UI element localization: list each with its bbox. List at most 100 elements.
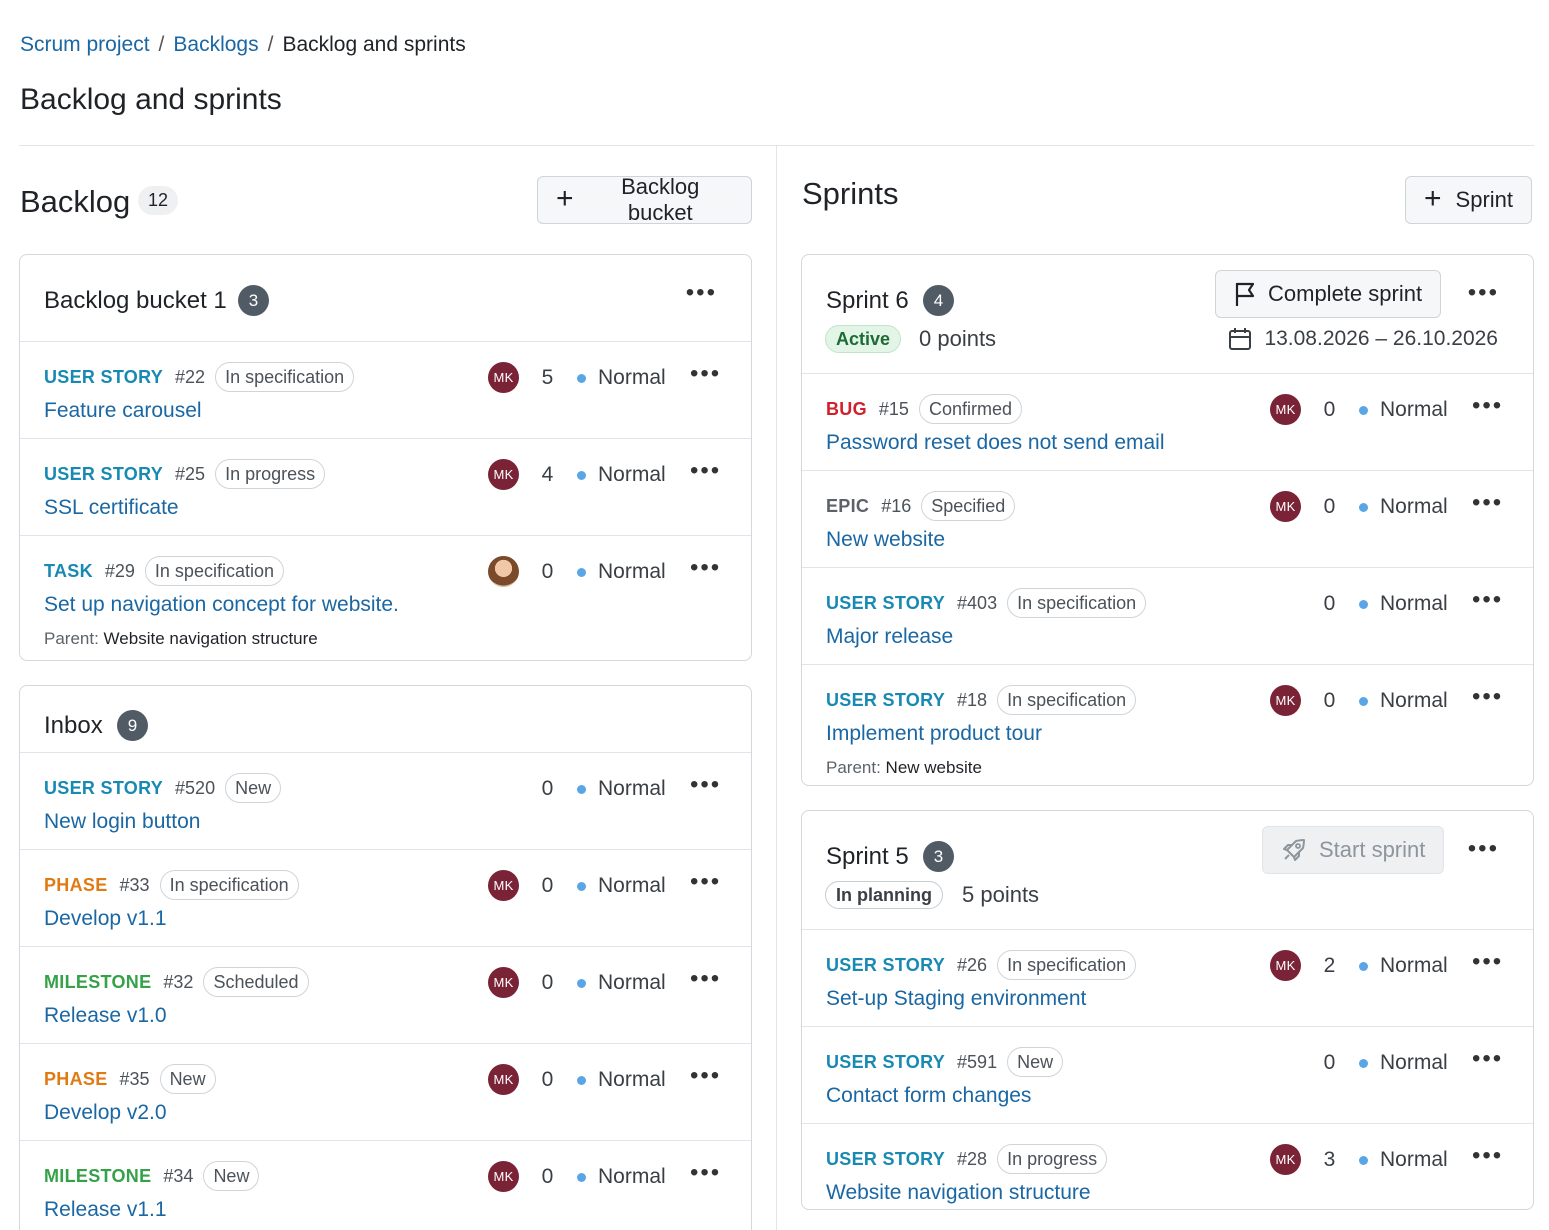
wp-type: USER STORY bbox=[44, 777, 164, 798]
more-horizontal-icon[interactable]: ••• bbox=[1468, 833, 1499, 865]
avatar[interactable]: MK bbox=[1270, 394, 1301, 425]
more-horizontal-icon[interactable]: ••• bbox=[1468, 277, 1499, 309]
work-package-row[interactable]: USER STORY #18 In specification Implemen… bbox=[802, 664, 1533, 785]
parent-link[interactable]: Website navigation structure bbox=[104, 629, 318, 648]
work-package-row[interactable]: USER STORY #28 In progress Website navig… bbox=[802, 1123, 1533, 1209]
wp-status-badge[interactable]: In specification bbox=[144, 556, 284, 586]
more-horizontal-icon[interactable]: ••• bbox=[690, 1157, 721, 1189]
work-package-row[interactable]: PHASE #33 In specification Develop v1.1 … bbox=[20, 849, 751, 946]
more-horizontal-icon[interactable]: ••• bbox=[690, 552, 721, 584]
sprint-header: Sprint 6 4 Active 0 points Complete spri… bbox=[802, 255, 1533, 373]
wp-status-badge[interactable]: In progress bbox=[215, 459, 326, 489]
more-horizontal-icon[interactable]: ••• bbox=[690, 963, 721, 995]
work-package-row[interactable]: MILESTONE #32 Scheduled Release v1.0 MK … bbox=[20, 946, 751, 1043]
wp-status-badge[interactable]: New bbox=[225, 773, 282, 803]
wp-status-badge[interactable]: Scheduled bbox=[203, 967, 309, 997]
work-package-row[interactable]: MILESTONE #34 New Release v1.1 MK 0 Norm… bbox=[20, 1140, 751, 1230]
work-package-row[interactable]: USER STORY #520 New New login button 0 N… bbox=[20, 752, 751, 849]
more-horizontal-icon[interactable]: ••• bbox=[1472, 1043, 1503, 1075]
wp-type: MILESTONE bbox=[44, 971, 152, 992]
wp-priority: Normal bbox=[1380, 592, 1448, 615]
breadcrumb-backlogs-link[interactable]: Backlogs bbox=[173, 33, 258, 56]
work-package-row[interactable]: TASK #29 In specification Set up navigat… bbox=[20, 535, 751, 660]
wp-subject-link[interactable]: Develop v2.0 bbox=[44, 1099, 167, 1127]
avatar[interactable] bbox=[488, 556, 519, 587]
breadcrumb-project-link[interactable]: Scrum project bbox=[20, 33, 150, 56]
sprint-dates[interactable]: 13.08.2026 – 26.10.2026 bbox=[1228, 325, 1498, 353]
more-horizontal-icon[interactable]: ••• bbox=[1472, 946, 1503, 978]
more-horizontal-icon[interactable]: ••• bbox=[1472, 584, 1503, 616]
priority-dot-icon bbox=[1359, 1156, 1368, 1165]
avatar[interactable]: MK bbox=[1270, 685, 1301, 716]
work-package-row[interactable]: BUG #15 Confirmed Password reset does no… bbox=[802, 373, 1533, 470]
wp-status-badge[interactable]: In specification bbox=[159, 870, 299, 900]
start-sprint-button[interactable]: Start sprint bbox=[1262, 826, 1445, 874]
more-horizontal-icon[interactable]: ••• bbox=[690, 358, 721, 390]
avatar[interactable]: MK bbox=[488, 459, 519, 490]
more-horizontal-icon[interactable]: ••• bbox=[686, 277, 717, 309]
complete-sprint-button[interactable]: Complete sprint bbox=[1215, 270, 1442, 318]
avatar[interactable]: MK bbox=[1270, 1144, 1301, 1175]
avatar[interactable]: MK bbox=[488, 362, 519, 393]
wp-status-badge[interactable]: New bbox=[203, 1161, 260, 1191]
wp-status-badge[interactable]: In specification bbox=[215, 362, 355, 392]
avatar[interactable]: MK bbox=[1270, 950, 1301, 981]
priority-dot-icon bbox=[577, 1076, 586, 1085]
wp-subject-link[interactable]: SSL certificate bbox=[44, 494, 179, 522]
wp-meta: USER STORY #22 In specification bbox=[44, 362, 355, 392]
wp-meta: USER STORY #591 New bbox=[826, 1047, 1064, 1077]
wp-priority: Normal bbox=[598, 777, 666, 800]
work-package-row[interactable]: PHASE #35 New Develop v2.0 MK 0 Normal •… bbox=[20, 1043, 751, 1140]
more-horizontal-icon[interactable]: ••• bbox=[690, 455, 721, 487]
wp-status-badge[interactable]: In progress bbox=[997, 1144, 1108, 1174]
more-horizontal-icon[interactable]: ••• bbox=[1472, 390, 1503, 422]
priority-dot-icon bbox=[577, 1173, 586, 1182]
wp-subject-link[interactable]: Set-up Staging environment bbox=[826, 985, 1086, 1013]
wp-priority: Normal bbox=[1380, 398, 1448, 421]
avatar[interactable]: MK bbox=[488, 967, 519, 998]
wp-subject-link[interactable]: Set up navigation concept for website. bbox=[44, 591, 399, 619]
wp-subject-link[interactable]: Contact form changes bbox=[826, 1082, 1031, 1110]
more-horizontal-icon[interactable]: ••• bbox=[690, 769, 721, 801]
wp-subject-link[interactable]: New login button bbox=[44, 808, 200, 836]
wp-subject-link[interactable]: Major release bbox=[826, 623, 953, 651]
more-horizontal-icon[interactable]: ••• bbox=[690, 1060, 721, 1092]
wp-status-badge[interactable]: Confirmed bbox=[918, 394, 1022, 424]
sprint-title[interactable]: Sprint 6 bbox=[826, 285, 909, 317]
work-package-row[interactable]: USER STORY #403 In specification Major r… bbox=[802, 567, 1533, 664]
parent-link[interactable]: New website bbox=[886, 758, 982, 777]
more-horizontal-icon[interactable]: ••• bbox=[1472, 681, 1503, 713]
wp-subject-link[interactable]: Implement product tour bbox=[826, 720, 1042, 748]
work-package-row[interactable]: USER STORY #591 New Contact form changes… bbox=[802, 1026, 1533, 1123]
more-horizontal-icon[interactable]: ••• bbox=[1472, 487, 1503, 519]
add-sprint-button[interactable]: + Sprint bbox=[1405, 176, 1533, 224]
work-package-row[interactable]: USER STORY #25 In progress SSL certifica… bbox=[20, 438, 751, 535]
avatar[interactable]: MK bbox=[488, 1064, 519, 1095]
wp-status-badge[interactable]: In specification bbox=[997, 685, 1137, 715]
add-backlog-bucket-button[interactable]: + Backlog bucket bbox=[537, 174, 752, 225]
work-package-row[interactable]: USER STORY #26 In specification Set-up S… bbox=[802, 929, 1533, 1026]
wp-subject-link[interactable]: Feature carousel bbox=[44, 397, 202, 425]
wp-status-badge[interactable]: New bbox=[1007, 1047, 1064, 1077]
wp-status-badge[interactable]: Specified bbox=[921, 491, 1016, 521]
wp-status-badge[interactable]: New bbox=[159, 1064, 216, 1094]
more-horizontal-icon[interactable]: ••• bbox=[1472, 1140, 1503, 1172]
sprint-title[interactable]: Sprint 5 bbox=[826, 841, 909, 873]
work-package-row[interactable]: EPIC #16 Specified New website MK 0 Norm… bbox=[802, 470, 1533, 567]
wp-subject-link[interactable]: New website bbox=[826, 526, 945, 554]
more-horizontal-icon[interactable]: ••• bbox=[690, 866, 721, 898]
wp-status-badge[interactable]: In specification bbox=[1007, 588, 1147, 618]
work-package-row[interactable]: USER STORY #22 In specification Feature … bbox=[20, 341, 751, 438]
avatar[interactable]: MK bbox=[488, 1161, 519, 1192]
avatar[interactable]: MK bbox=[1270, 491, 1301, 522]
wp-priority: Normal bbox=[598, 560, 666, 583]
wp-subject-link[interactable]: Password reset does not send email bbox=[826, 429, 1165, 457]
wp-id: #33 bbox=[119, 874, 150, 895]
wp-story-points: 0 bbox=[1323, 1051, 1336, 1074]
wp-subject-link[interactable]: Develop v1.1 bbox=[44, 905, 167, 933]
wp-subject-link[interactable]: Release v1.1 bbox=[44, 1196, 167, 1224]
wp-status-badge[interactable]: In specification bbox=[997, 950, 1137, 980]
avatar[interactable]: MK bbox=[488, 870, 519, 901]
wp-subject-link[interactable]: Release v1.0 bbox=[44, 1002, 167, 1030]
wp-subject-link[interactable]: Website navigation structure bbox=[826, 1179, 1091, 1207]
